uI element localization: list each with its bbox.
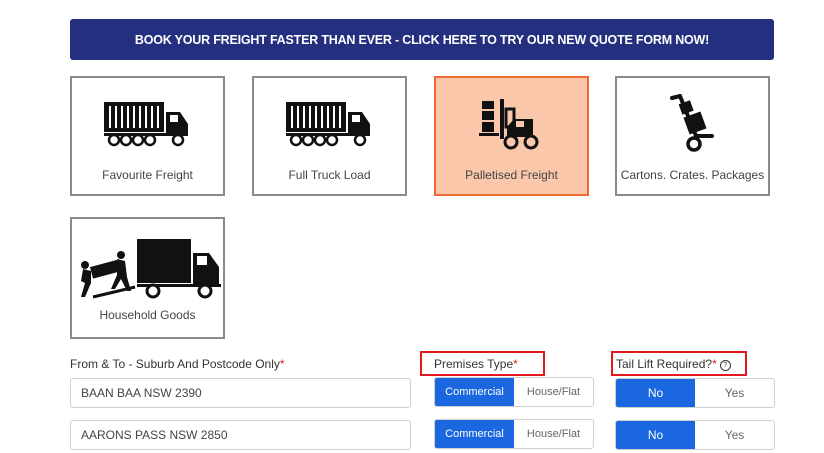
freight-type-cartons[interactable]: Cartons. Crates. Packages [615, 76, 770, 196]
tail-lift-toggle-to: No Yes [615, 420, 775, 450]
from-location-input[interactable] [70, 378, 411, 408]
premises-house-option[interactable]: House/Flat [514, 420, 593, 448]
required-asterisk: * [712, 357, 717, 371]
premises-toggle-from: Commercial House/Flat [434, 377, 594, 407]
premises-toggle-to: Commercial House/Flat [434, 419, 594, 449]
tail-lift-yes-option[interactable]: Yes [695, 379, 774, 407]
quote-form-banner[interactable]: BOOK YOUR FREIGHT FASTER THAN EVER - CLI… [70, 19, 774, 60]
help-icon[interactable]: ? [719, 360, 731, 371]
card-label: Full Truck Load [288, 168, 371, 182]
freight-type-palletised[interactable]: Palletised Freight [434, 76, 589, 196]
card-label: Cartons. Crates. Packages [620, 168, 765, 182]
premises-commercial-option[interactable]: Commercial [435, 378, 514, 406]
truck-icon [254, 92, 405, 156]
premises-commercial-option[interactable]: Commercial [435, 420, 514, 448]
tail-lift-toggle-from: No Yes [615, 378, 775, 408]
tail-lift-no-option[interactable]: No [616, 421, 695, 449]
tail-lift-no-option[interactable]: No [616, 379, 695, 407]
from-to-label: From & To - Suburb And Postcode Only* [70, 357, 285, 371]
premises-type-label: Premises Type* [434, 357, 518, 371]
card-label: Palletised Freight [465, 168, 558, 182]
tail-lift-label: Tail Lift Required?*? [616, 357, 731, 371]
card-label: Favourite Freight [102, 168, 193, 182]
freight-type-favourite[interactable]: Favourite Freight [70, 76, 225, 196]
required-asterisk: * [279, 357, 285, 371]
to-location-input[interactable] [70, 420, 411, 450]
freight-type-household[interactable]: Household Goods [70, 217, 225, 339]
banner-text: BOOK YOUR FREIGHT FASTER THAN EVER - CLI… [134, 32, 710, 47]
forklift-icon [436, 92, 587, 156]
freight-type-full-truck-load[interactable]: Full Truck Load [252, 76, 407, 196]
premises-house-option[interactable]: House/Flat [514, 378, 593, 406]
required-asterisk: * [513, 357, 518, 371]
hand-trolley-icon [617, 92, 768, 156]
truck-icon [72, 92, 223, 156]
tail-lift-yes-option[interactable]: Yes [695, 421, 774, 449]
card-label: Household Goods [99, 308, 196, 322]
removalists-truck-icon [72, 233, 223, 305]
